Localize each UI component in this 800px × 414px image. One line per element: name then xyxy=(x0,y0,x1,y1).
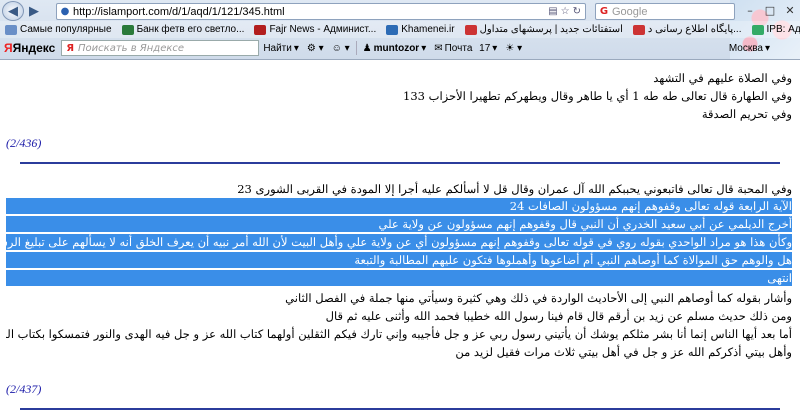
page-marker: (2/437) xyxy=(6,382,42,396)
flag-icon xyxy=(464,24,477,35)
text-line: وفي المحبة قال تعالى فاتبعوني يحببكم الل… xyxy=(237,182,792,196)
bookmark-item[interactable]: پایگاه اطلاع رسانی د... xyxy=(628,21,747,38)
yandex-extra-button[interactable]: ☀ ▾ xyxy=(501,43,526,54)
user-icon: ♟ xyxy=(362,42,372,54)
page-icon xyxy=(121,24,134,35)
site-identity-icon[interactable]: ● xyxy=(57,4,73,19)
maximize-button[interactable]: □ xyxy=(760,3,780,18)
search-box[interactable]: G Google xyxy=(595,3,735,20)
text-line: وأشار بقوله كما أوصاهم النبي إلى الأحادي… xyxy=(285,291,792,305)
bookmark-label: Khamenei.ir xyxy=(401,24,455,35)
yandex-widgets-button[interactable]: ☺ ▾ xyxy=(328,43,354,54)
yandex-region[interactable]: Москва ▾ xyxy=(725,43,800,54)
text-line: وكأن هذا هو مراد الواحدي بقوله روي في قو… xyxy=(6,234,792,250)
address-bar[interactable]: ● http://islamport.com/d/1/aqd/1/121/345… xyxy=(56,3,586,20)
khamenei-icon xyxy=(386,24,399,35)
bookmark-label: Fajr News - Админист... xyxy=(269,24,377,35)
page-divider xyxy=(20,162,780,164)
text-line: الآية الرابعة قوله تعالى وقفوهم إنهم مسؤ… xyxy=(6,198,792,214)
text-line: هل والوهم حق الموالاة كما أوصاهم النبي أ… xyxy=(6,252,792,268)
star-bookmark-icon xyxy=(5,24,17,35)
page-content: وفي الصلاة عليهم في التشهد وفي الطهارة قا… xyxy=(0,60,800,414)
yandex-search-placeholder: Поискать в Яндексе xyxy=(78,42,185,54)
toolbar-divider xyxy=(355,41,357,55)
text-line: وفي الصلاة عليهم في التشهد xyxy=(653,71,792,85)
yandex-user[interactable]: ♟ muntozor ▾ xyxy=(359,43,431,54)
bookmark-star-icon[interactable]: ☆ xyxy=(561,6,570,17)
ipb-icon xyxy=(751,24,764,35)
yandex-search-input[interactable]: Я Поискать в Яндексе xyxy=(61,40,260,56)
text-line: وأهل بيتي أذكركم الله عز و جل في أهل بيت… xyxy=(455,345,792,359)
bookmark-label: پایگاه اطلاع رسانی د... xyxy=(647,24,742,35)
close-button[interactable]: ✕ xyxy=(780,3,800,18)
yandex-toolbar: ЯЯндекс Я Поискать в Яндексе Найти ▾ ⚙ ▾… xyxy=(0,38,800,58)
text-line: أخرج الديلمي عن أبي سعيد الخدري أن النبي… xyxy=(6,216,792,232)
text-line: ومن ذلك حديث مسلم عن زيد بن أرقم قال قام… xyxy=(325,309,792,323)
url-text[interactable]: http://islamport.com/d/1/aqd/1/121/345.h… xyxy=(73,6,285,18)
page-divider xyxy=(20,408,780,410)
forward-button[interactable]: ▶ xyxy=(24,2,44,20)
bookmark-label: Самые популярные xyxy=(20,24,112,35)
page-marker: (2/436) xyxy=(6,136,42,150)
yandex-search-icon: Я xyxy=(66,42,75,54)
bookmark-item[interactable]: Банк фетв его светло... xyxy=(117,21,250,38)
back-button[interactable]: ◀ xyxy=(2,1,24,21)
bookmark-label: استفتائات جدید | پرسشهای متداول xyxy=(479,24,623,35)
bookmark-label: IPB: Администр. Boar... xyxy=(766,24,800,35)
search-placeholder[interactable]: Google xyxy=(612,6,647,18)
browser-chrome: ◀ ▶ ● http://islamport.com/d/1/aqd/1/121… xyxy=(0,0,800,60)
bookmark-label: Банк фетв его светло... xyxy=(136,24,245,35)
bookmark-item[interactable]: Самые популярные xyxy=(0,21,117,38)
window-controls: – □ ✕ xyxy=(740,3,800,18)
reload-icon[interactable]: ↻ xyxy=(573,6,581,17)
bookmark-item[interactable]: استفتائات جدید | پرسشهای متداول xyxy=(460,21,628,38)
google-icon[interactable]: G xyxy=(596,4,612,19)
fajr-icon xyxy=(254,24,267,35)
text-line: أما بعد أيها الناس إنما أنا بشر مثلكم يو… xyxy=(6,327,792,341)
bookmark-item[interactable]: Fajr News - Админист... xyxy=(249,21,381,38)
text-line: وفي تحريم الصدقة xyxy=(701,107,792,121)
bookmark-item[interactable]: IPB: Администр. Boar... xyxy=(747,21,800,38)
rss-icon[interactable]: ▤ xyxy=(548,6,557,17)
bookmark-item[interactable]: Khamenei.ir xyxy=(381,21,459,38)
flag-icon xyxy=(632,24,645,35)
yandex-mail[interactable]: ✉ Почта 17 ▾ xyxy=(430,43,501,54)
minimize-button[interactable]: – xyxy=(740,3,760,18)
yandex-find-button[interactable]: Найти ▾ xyxy=(259,43,303,54)
bookmarks-toolbar: Самые популярные Банк фетв его светло... F… xyxy=(0,21,800,38)
navigation-toolbar: ◀ ▶ ● http://islamport.com/d/1/aqd/1/121… xyxy=(0,1,800,21)
yandex-logo[interactable]: ЯЯндекс xyxy=(0,41,55,55)
mail-icon: ✉ xyxy=(434,42,443,54)
text-line: انتهى xyxy=(6,270,792,286)
yandex-tools-button[interactable]: ⚙ ▾ xyxy=(303,43,328,54)
text-line: وفي الطهارة قال تعالى طه طه 1 أي يا طاهر… xyxy=(403,89,792,103)
